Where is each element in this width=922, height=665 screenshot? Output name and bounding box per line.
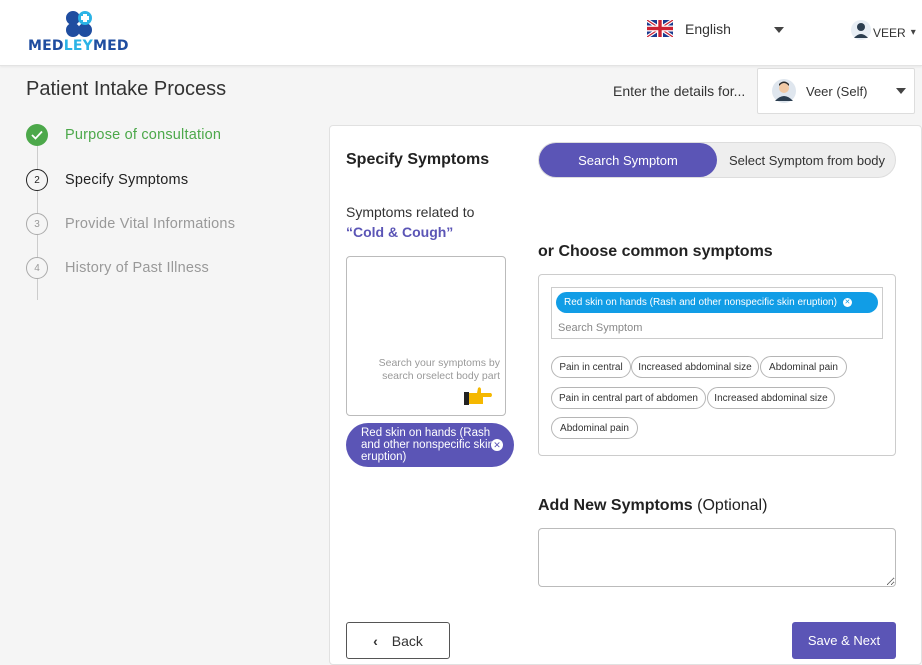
symptom-mode-toggle: Search Symptom Select Symptom from body xyxy=(538,142,896,178)
top-header: MEDLEYMED English VEER ▾ xyxy=(0,0,922,66)
step-purpose[interactable]: Purpose of consultation xyxy=(26,124,221,146)
profile-name: Veer (Self) xyxy=(806,83,868,99)
medleymed-logo-icon[interactable] xyxy=(63,10,97,38)
select-from-body-tab[interactable]: Select Symptom from body xyxy=(719,143,895,177)
symptoms-related-topic: “Cold & Cough” xyxy=(346,224,454,240)
optional-label: (Optional) xyxy=(697,497,768,514)
step-label: Specify Symptoms xyxy=(65,172,189,188)
step-number: 3 xyxy=(26,213,48,235)
body-part-search-box[interactable]: Search your symptoms by search orselect … xyxy=(346,256,506,416)
common-symptoms-title: or Choose common symptoms xyxy=(538,243,773,260)
selected-symptom-chip: Red skin on hands (Rash and other nonspe… xyxy=(346,423,514,467)
user-name: VEER xyxy=(873,25,906,40)
search-symptom-tab[interactable]: Search Symptom xyxy=(539,143,717,177)
close-icon[interactable]: ✕ xyxy=(842,298,852,307)
pointing-hand-icon[interactable] xyxy=(463,385,493,413)
specify-symptoms-title: Specify Symptoms xyxy=(346,151,490,168)
add-new-label: Add New Symptoms xyxy=(538,497,693,514)
language-selector[interactable]: English xyxy=(647,20,784,37)
step-vital-info[interactable]: 3 Provide Vital Informations xyxy=(26,213,235,235)
back-label: Back xyxy=(391,632,423,649)
caret-down-icon xyxy=(896,88,906,94)
common-symptom-tag[interactable]: Pain in central part of abdomen xyxy=(551,387,706,409)
uk-flag-icon xyxy=(647,20,673,37)
page-title: Patient Intake Process xyxy=(26,78,227,100)
details-for-label: Enter the details for... xyxy=(613,83,746,99)
add-new-symptoms-title: Add New Symptoms (Optional) xyxy=(538,497,767,515)
selected-symptom-tag-text: Red skin on hands (Rash and other nonspe… xyxy=(564,297,837,308)
step-label: History of Past Illness xyxy=(65,260,210,276)
new-symptoms-textarea[interactable] xyxy=(538,528,896,587)
close-icon[interactable]: ✕ xyxy=(491,439,503,451)
logo-wordmark[interactable]: MEDLEYMED xyxy=(28,38,129,54)
step-label: Provide Vital Informations xyxy=(65,216,236,232)
symptom-search-box: Red skin on hands (Rash and other nonspe… xyxy=(551,287,883,339)
chevron-down-icon: ▾ xyxy=(910,27,916,38)
save-next-button[interactable]: Save & Next xyxy=(792,622,896,659)
step-label: Purpose of consultation xyxy=(65,127,222,143)
profile-select[interactable]: Veer (Self) xyxy=(757,68,915,114)
user-menu[interactable]: VEER ▾ xyxy=(851,19,916,46)
step-number: 4 xyxy=(26,257,48,279)
step-number: 2 xyxy=(26,169,48,191)
step-history[interactable]: 4 History of Past Illness xyxy=(26,257,209,279)
search-symptom-input[interactable] xyxy=(556,318,880,338)
user-avatar-icon xyxy=(851,19,871,46)
common-symptom-tag[interactable]: Pain in central xyxy=(551,356,631,378)
body-search-hint: Search your symptoms by search orselect … xyxy=(378,357,500,382)
common-symptom-tag[interactable]: Increased abdominal size xyxy=(707,387,835,409)
caret-down-icon xyxy=(774,27,784,33)
profile-avatar-icon xyxy=(772,78,796,104)
common-symptom-tag[interactable]: Abdominal pain xyxy=(551,417,638,439)
symptoms-related-label: Symptoms related to xyxy=(346,204,475,220)
selected-symptom-text: Red skin on hands (Rash and other nonspe… xyxy=(361,427,494,463)
language-label: English xyxy=(685,20,731,37)
selected-symptom-tag: Red skin on hands (Rash and other nonspe… xyxy=(556,292,878,313)
common-symptom-tag[interactable]: Abdominal pain xyxy=(760,356,847,378)
common-symptom-tag[interactable]: Increased abdominal size xyxy=(631,356,759,378)
checkmark-icon xyxy=(26,124,48,146)
step-specify-symptoms[interactable]: 2 Specify Symptoms xyxy=(26,169,188,191)
chevron-left-icon: ‹ xyxy=(373,632,378,649)
back-button[interactable]: ‹ Back xyxy=(346,622,450,659)
